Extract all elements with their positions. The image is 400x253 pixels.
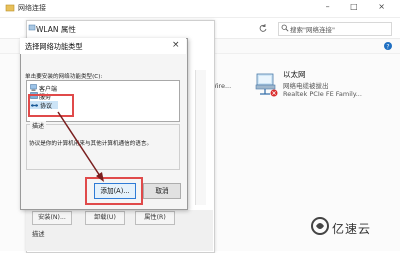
feature-type-prompt: 单击要安装的网络功能类型(C):: [25, 74, 103, 80]
description-text: 协议是你的计算机用来与其他计算机通信的语言。: [29, 141, 153, 147]
search-icon: [281, 24, 289, 32]
dialog-title: 选择网络功能类型: [25, 42, 83, 51]
wlan-window-title: WLAN 属性: [36, 25, 76, 34]
close-icon[interactable]: ×: [172, 40, 180, 50]
svg-text:?: ?: [386, 43, 389, 50]
ethernet-status: 网络电缆被拔出: [283, 82, 329, 90]
uninstall-button[interactable]: 卸载(U): [85, 211, 125, 225]
ethernet-device: Realtek PCIe FE Family...: [283, 90, 362, 98]
network-folder-icon: [5, 4, 15, 12]
window-title: 网络连接: [18, 4, 46, 12]
install-button[interactable]: 安装(N)...: [32, 211, 72, 225]
wlan-adapter-icon: [28, 24, 36, 31]
ethernet-title[interactable]: 以太网: [283, 69, 306, 80]
search-placeholder: 搜索"网络连接": [290, 26, 335, 34]
protocol-highlight-box: [28, 94, 74, 117]
refresh-icon[interactable]: [258, 23, 268, 33]
wlan-scrollbar[interactable]: [195, 70, 206, 205]
wlan-description-label: 描述: [32, 231, 45, 238]
client-icon: [30, 84, 37, 91]
window-controls[interactable]: – □ ×: [326, 2, 394, 11]
ethernet-adapter-icon[interactable]: [254, 72, 280, 98]
description-title: 描述: [30, 121, 47, 130]
watermark-text: 亿速云: [332, 222, 372, 236]
description-group: [26, 124, 180, 170]
help-icon[interactable]: ?: [383, 41, 393, 51]
yisuyun-logo-icon: [311, 217, 329, 235]
add-highlight-box: [85, 177, 143, 205]
properties-button[interactable]: 属性(R): [135, 211, 175, 225]
cancel-button[interactable]: 取消: [143, 183, 181, 199]
